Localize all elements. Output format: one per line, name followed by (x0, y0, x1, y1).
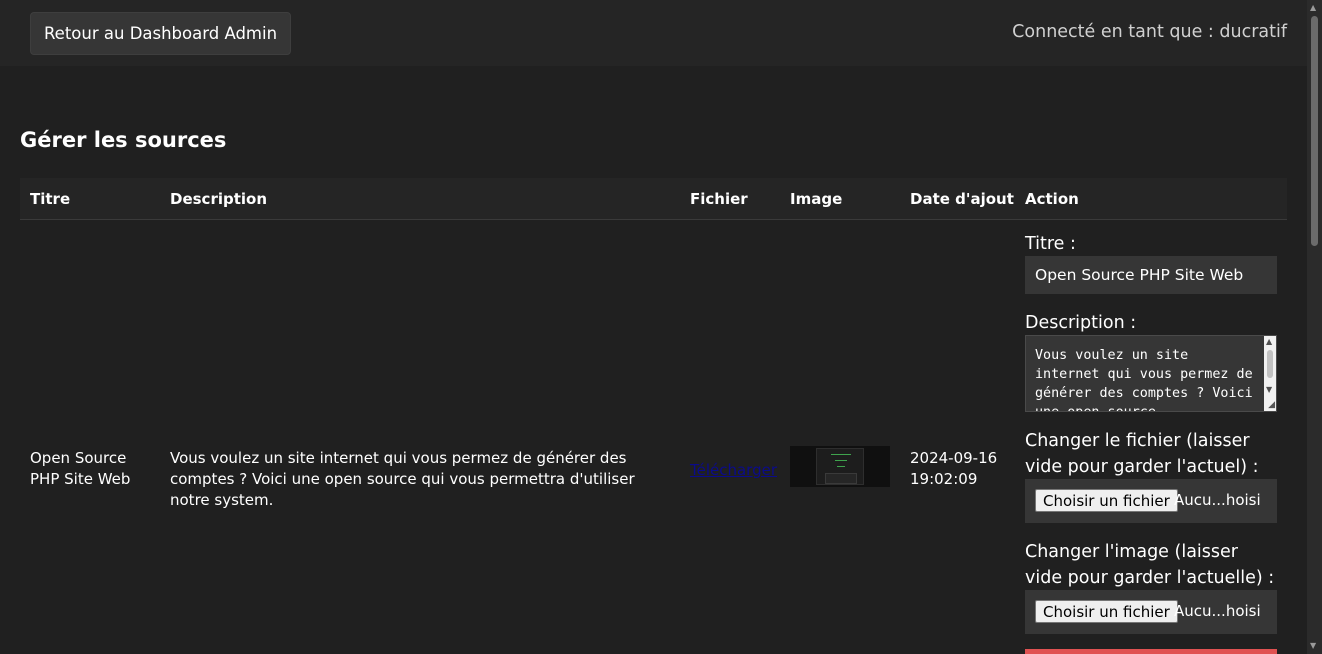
scroll-down-icon[interactable]: ▼ (1310, 642, 1316, 650)
column-header-description: Description (170, 190, 268, 208)
page-scrollbar[interactable]: ▲ ▼ (1307, 0, 1322, 654)
textarea-scrollbar-thumb[interactable] (1267, 350, 1273, 378)
description-textarea-text: Vous voulez un site internet qui vous pe… (1035, 348, 1253, 411)
logged-in-user-text: Connecté en tant que : ducratif (1012, 22, 1287, 42)
row-description-cell: Vous voulez un site internet qui vous pe… (170, 449, 635, 509)
image-field-label: Changer l'image (laisser vide pour garde… (1025, 542, 1275, 588)
page-title: Gérer les sources (20, 128, 227, 152)
choose-image-button[interactable]: Choisir un fichier (1035, 600, 1178, 623)
description-field-label: Description : (1025, 313, 1137, 333)
resize-grip-icon[interactable]: ◢ (1268, 401, 1275, 410)
admin-page: Retour au Dashboard Admin Connecté en ta… (0, 0, 1322, 654)
top-bar: Retour au Dashboard Admin Connecté en ta… (0, 0, 1307, 66)
choose-file-button[interactable]: Choisir un fichier (1035, 489, 1178, 512)
back-to-dashboard-button[interactable]: Retour au Dashboard Admin (30, 12, 291, 55)
row-date-cell: 2024-09-16 19:02:09 (910, 449, 998, 488)
table-header-row: Titre Description Fichier Image Date d'a… (20, 178, 1287, 220)
row-title-cell: Open Source PHP Site Web (30, 449, 131, 488)
file-status-text: Aucu...hoisi (1174, 491, 1261, 509)
delete-button[interactable] (1025, 649, 1277, 654)
description-textarea[interactable]: Vous voulez un site internet qui vous pe… (1025, 335, 1277, 412)
scroll-up-icon[interactable]: ▲ (1310, 4, 1316, 12)
column-header-image: Image (790, 190, 843, 208)
title-input[interactable]: Open Source PHP Site Web (1025, 256, 1277, 294)
page-scrollbar-thumb[interactable] (1311, 16, 1318, 246)
column-header-date: Date d'ajout (910, 190, 1014, 208)
image-upload-input[interactable]: Choisir un fichier Aucu...hoisi (1025, 590, 1277, 634)
column-header-file: Fichier (690, 190, 748, 208)
scroll-up-icon: ▲ (1266, 337, 1273, 346)
image-status-text: Aucu...hoisi (1174, 602, 1261, 620)
source-image-thumbnail[interactable] (790, 446, 890, 487)
scroll-down-icon: ▼ (1266, 385, 1273, 394)
column-header-action: Action (1025, 190, 1079, 208)
file-field-label: Changer le fichier (laisser vide pour ga… (1025, 431, 1259, 477)
title-field-label: Titre : (1025, 234, 1076, 254)
column-header-title: Titre (30, 190, 71, 208)
download-file-link[interactable]: Télécharger (690, 461, 777, 479)
file-upload-input[interactable]: Choisir un fichier Aucu...hoisi (1025, 479, 1277, 523)
